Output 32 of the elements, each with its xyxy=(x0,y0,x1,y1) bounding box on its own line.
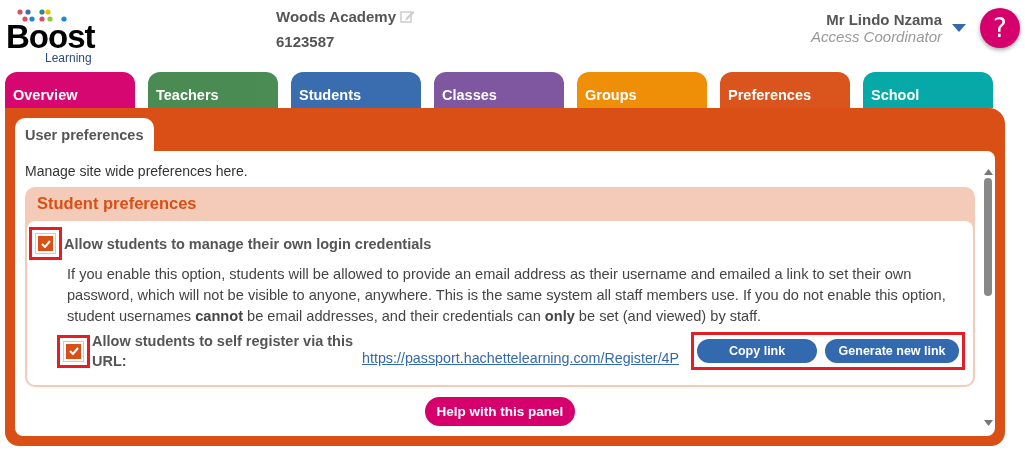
option-label: Allow students to self register via this URL: xyxy=(92,332,355,371)
logo-wordmark: Boost xyxy=(6,23,96,51)
section-title: Student preferences xyxy=(36,193,198,214)
sub-tab[interactable]: User preferences xyxy=(15,118,154,151)
checkmark-icon xyxy=(40,239,51,248)
scroll-up-icon[interactable] xyxy=(983,169,993,175)
nav-tab[interactable]: Overview xyxy=(5,72,135,108)
user-role: Access Coordinator xyxy=(811,28,942,45)
link-button[interactable]: Generate new link xyxy=(825,339,960,363)
user-name[interactable]: Mr Lindo Nzama xyxy=(826,11,942,28)
school-code: 6123587 xyxy=(276,33,336,50)
intro-text: Manage site wide preferences here. xyxy=(25,163,249,179)
link-button[interactable]: Copy link xyxy=(697,339,818,363)
dropdown-caret-icon[interactable] xyxy=(952,23,966,33)
nav-tab[interactable]: School xyxy=(863,72,993,108)
checkmark-icon xyxy=(68,347,79,355)
register-url-link[interactable]: https://passport.hachettelearning.com/Register/4P xyxy=(362,350,680,366)
nav-tab[interactable]: Classes xyxy=(434,72,564,108)
nav-tab[interactable]: Students xyxy=(291,72,421,108)
logo-subtitle: Learning xyxy=(45,51,93,65)
scroll-down-icon[interactable] xyxy=(983,420,993,426)
school-name: Woods Academy xyxy=(276,8,397,25)
logo-dots-icon xyxy=(16,8,68,23)
nav-tab[interactable]: Preferences xyxy=(720,72,850,108)
checkbox[interactable] xyxy=(36,234,55,253)
checkbox[interactable] xyxy=(64,341,83,361)
help-button[interactable]: ? xyxy=(980,8,1020,48)
option-description: If you enable this option, students will be allowed to provide an email address as their username and emailed a link to set their own password, which will not be visible to anyone, anywhere. This is the same system all staff members use. If you do not enable this option, student usernames cannot be email addresses, and their credentials can only be set (and viewed) by staff. xyxy=(67,265,947,326)
nav-tab[interactable]: Teachers xyxy=(148,72,278,108)
scrollbar-thumb[interactable] xyxy=(984,178,992,296)
help-panel-button[interactable]: Help with this panel xyxy=(424,397,576,426)
option-label: Allow students to manage their own login credentials xyxy=(64,235,432,252)
